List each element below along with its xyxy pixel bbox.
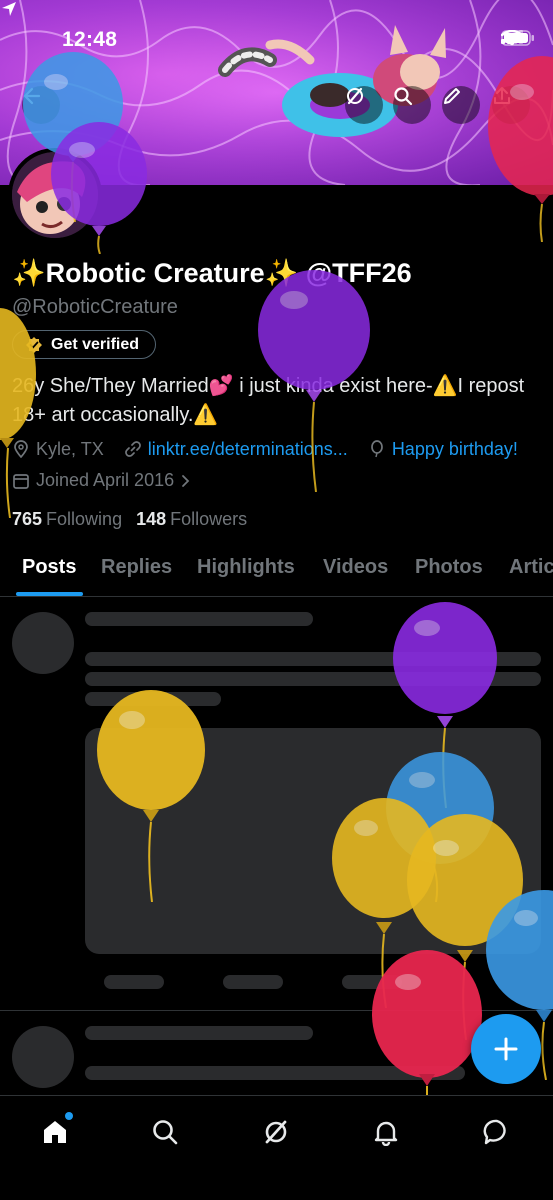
tab-articles[interactable]: Artic xyxy=(509,556,553,579)
joined-date[interactable]: Joined April 2016 xyxy=(12,470,192,491)
joined-text: Joined April 2016 xyxy=(36,470,175,490)
tab-posts[interactable]: Posts xyxy=(22,556,76,579)
search-icon xyxy=(394,87,413,106)
get-verified-label: Get verified xyxy=(51,335,140,353)
home-icon xyxy=(44,1121,66,1143)
balloon-yellow xyxy=(0,308,36,518)
birthday[interactable]: Happy birthday! xyxy=(368,439,518,460)
nav-notifications[interactable] xyxy=(364,1110,408,1154)
search-icon xyxy=(153,1120,178,1145)
nav-home[interactable] xyxy=(33,1110,77,1154)
grok-icon xyxy=(347,87,363,105)
search-profile-button[interactable] xyxy=(393,86,431,124)
grok-icon xyxy=(265,1120,287,1144)
skeleton-action xyxy=(104,975,164,989)
skeleton-line xyxy=(85,1026,313,1040)
skeleton-action xyxy=(223,975,283,989)
balloon-red xyxy=(488,56,553,242)
balloon-yellow xyxy=(97,690,205,902)
tab-replies[interactable]: Replies xyxy=(101,556,172,579)
tab-videos[interactable]: Videos xyxy=(323,556,388,579)
nav-grok[interactable] xyxy=(254,1110,298,1154)
nav-messages[interactable] xyxy=(475,1110,519,1154)
status-time: 12:48 xyxy=(62,28,118,51)
follow-stats: 765 Following 148 Followers xyxy=(12,509,247,530)
chevron-right-icon xyxy=(182,474,190,487)
bottom-nav xyxy=(0,1095,553,1200)
edit-profile-button[interactable] xyxy=(442,86,480,124)
balloon-red xyxy=(372,950,482,1096)
profile-tabs: Posts Replies Highlights Videos Photos A… xyxy=(0,548,553,597)
birthday-text[interactable]: Happy birthday! xyxy=(392,439,518,460)
message-icon xyxy=(483,1119,506,1145)
balloon-purple xyxy=(51,122,147,254)
battery-icon xyxy=(501,30,534,46)
followers-label: Followers xyxy=(170,509,248,529)
compose-button[interactable] xyxy=(471,1014,541,1084)
active-tab-indicator xyxy=(16,592,83,596)
location-arrow-icon xyxy=(2,2,16,16)
notification-dot xyxy=(65,1112,73,1120)
bell-icon xyxy=(374,1121,398,1146)
location-text: Kyle, TX xyxy=(36,438,104,459)
balloon-purple xyxy=(258,270,370,492)
link-icon xyxy=(124,441,141,457)
skeleton-line xyxy=(85,612,313,626)
following-label: Following xyxy=(46,509,123,529)
followers-link[interactable]: 148 Followers xyxy=(136,509,247,530)
nav-search[interactable] xyxy=(143,1110,187,1154)
tab-photos[interactable]: Photos xyxy=(415,556,483,579)
skeleton-avatar xyxy=(12,612,74,674)
tab-highlights[interactable]: Highlights xyxy=(197,556,295,579)
grok-button[interactable] xyxy=(345,86,383,124)
skeleton-avatar xyxy=(12,1026,74,1088)
pencil-icon xyxy=(444,88,460,104)
followers-count: 148 xyxy=(136,509,167,529)
plus-icon xyxy=(494,1037,518,1061)
